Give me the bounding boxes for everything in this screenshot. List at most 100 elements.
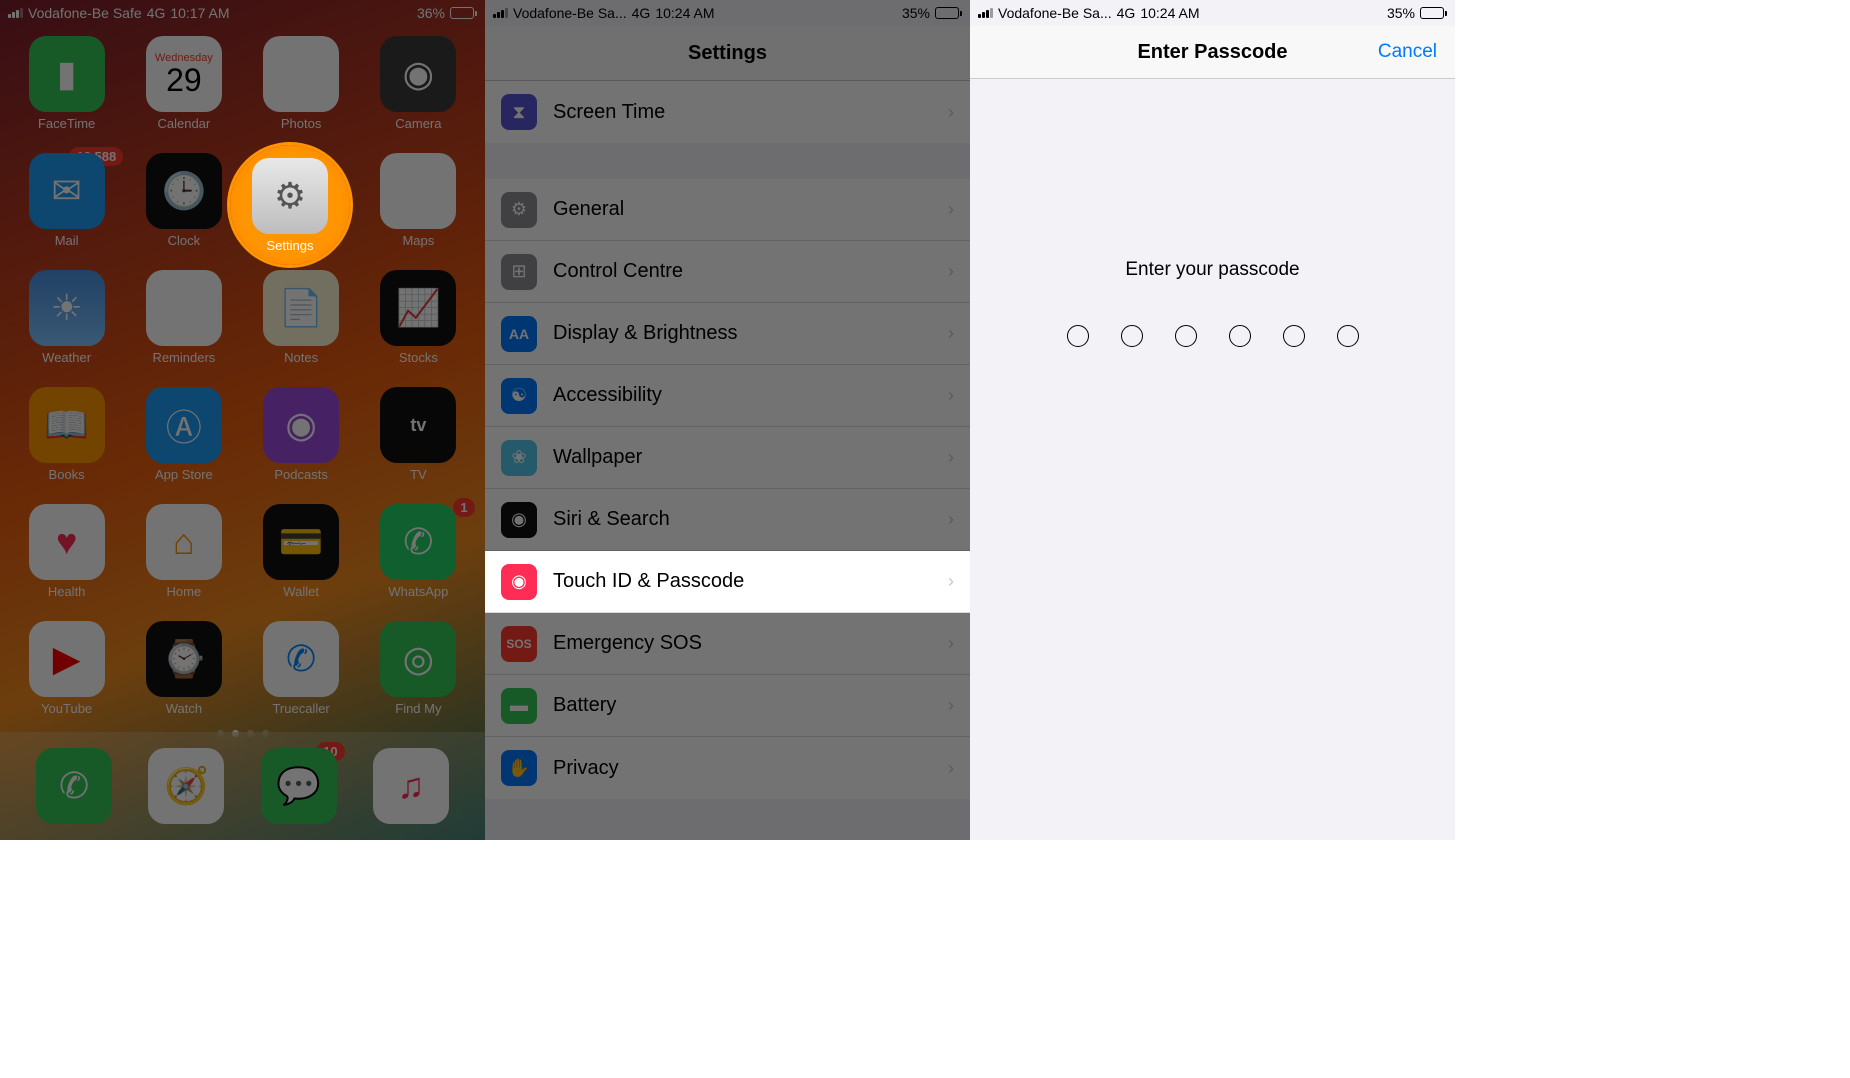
row-privacy[interactable]: ✋ Privacy › (485, 737, 970, 799)
passcode-dot (1337, 325, 1359, 347)
passcode-dot (1229, 325, 1251, 347)
passcode-dot (1175, 325, 1197, 347)
app-mail[interactable]: 18,588✉Mail (18, 153, 115, 248)
dock: ✆ 🧭 10💬 ♫ (0, 732, 485, 840)
app-youtube[interactable]: ▶YouTube (18, 621, 115, 716)
status-bar: Vodafone-Be Sa... 4G 10:24 AM 35% (970, 0, 1455, 26)
app-reminders[interactable]: ☰Reminders (135, 270, 232, 365)
status-bar: Vodafone-Be Safe 4G 10:17 AM 36% (0, 0, 485, 26)
app-maps[interactable]: ➤Maps (370, 153, 467, 248)
chevron-right-icon: › (948, 571, 954, 592)
app-findmy[interactable]: ◎Find My (370, 621, 467, 716)
app-tv[interactable]: tvTV (370, 387, 467, 482)
dock-phone-icon[interactable]: ✆ (36, 748, 112, 824)
chevron-right-icon: › (948, 695, 954, 716)
row-touch-id-passcode[interactable]: ◉ Touch ID & Passcode › (485, 551, 970, 613)
battery-row-icon: ▬ (501, 688, 537, 724)
app-wallet[interactable]: 💳Wallet (253, 504, 350, 599)
app-clock[interactable]: 🕒Clock (135, 153, 232, 248)
chevron-right-icon: › (948, 199, 954, 220)
network-label: 4G (632, 5, 651, 21)
passcode-dot (1067, 325, 1089, 347)
app-stocks[interactable]: 📈Stocks (370, 270, 467, 365)
hand-icon: ✋ (501, 750, 537, 786)
appstore-icon: Ⓐ (146, 387, 222, 463)
chevron-right-icon: › (948, 509, 954, 530)
whatsapp-icon: ✆ (380, 504, 456, 580)
sos-icon: SOS (501, 626, 537, 662)
chevron-right-icon: › (948, 633, 954, 654)
app-weather[interactable]: ☀Weather (18, 270, 115, 365)
app-camera[interactable]: ◉Camera (370, 36, 467, 131)
chevron-right-icon: › (948, 447, 954, 468)
network-label: 4G (147, 5, 166, 21)
health-icon: ♥ (29, 504, 105, 580)
settings-panel: Vodafone-Be Sa... 4G 10:24 AM 35% Settin… (485, 0, 970, 840)
row-screen-time[interactable]: ⧗ Screen Time › (485, 81, 970, 143)
dock-safari-icon[interactable]: 🧭 (148, 748, 224, 824)
app-home[interactable]: ⌂Home (135, 504, 232, 599)
app-appstore[interactable]: ⒶApp Store (135, 387, 232, 482)
app-whatsapp[interactable]: 1✆WhatsApp (370, 504, 467, 599)
clock-label: 10:17 AM (170, 5, 229, 21)
app-health[interactable]: ♥Health (18, 504, 115, 599)
chevron-right-icon: › (948, 758, 954, 779)
nav-bar: Enter Passcode Cancel (970, 26, 1455, 79)
camera-icon: ◉ (380, 36, 456, 112)
dock-music-icon[interactable]: ♫ (373, 748, 449, 824)
row-battery[interactable]: ▬ Battery › (485, 675, 970, 737)
row-wallpaper[interactable]: ❀ Wallpaper › (485, 427, 970, 489)
app-photos[interactable]: ✿Photos (253, 36, 350, 131)
row-accessibility[interactable]: ☯ Accessibility › (485, 365, 970, 427)
cancel-button[interactable]: Cancel (1378, 41, 1437, 63)
podcasts-icon: ◉ (263, 387, 339, 463)
hourglass-icon: ⧗ (501, 94, 537, 130)
app-truecaller[interactable]: ✆Truecaller (253, 621, 350, 716)
battery-pct-label: 36% (417, 5, 445, 21)
row-control-centre[interactable]: ⊞ Control Centre › (485, 241, 970, 303)
settings-label: Settings (267, 238, 314, 253)
dock-messages-icon: 💬 (261, 748, 337, 824)
chevron-right-icon: › (948, 323, 954, 344)
row-siri-search[interactable]: ◉ Siri & Search › (485, 489, 970, 551)
chevron-right-icon: › (948, 261, 954, 282)
row-display-brightness[interactable]: AA Display & Brightness › (485, 303, 970, 365)
siri-icon: ◉ (501, 502, 537, 538)
tutorial-highlight-settings[interactable]: ⚙ Settings (230, 145, 350, 265)
calendar-icon: Wednesday29 (146, 36, 222, 112)
carrier-label: Vodafone-Be Safe (28, 5, 142, 21)
fingerprint-icon: ◉ (501, 564, 537, 600)
passcode-dot (1121, 325, 1143, 347)
stocks-icon: 📈 (380, 270, 456, 346)
truecaller-icon: ✆ (263, 621, 339, 697)
flower-icon: ❀ (501, 440, 537, 476)
app-podcasts[interactable]: ◉Podcasts (253, 387, 350, 482)
app-books[interactable]: 📖Books (18, 387, 115, 482)
notes-icon: 📄 (263, 270, 339, 346)
app-notes[interactable]: 📄Notes (253, 270, 350, 365)
whatsapp-badge: 1 (453, 498, 475, 517)
row-emergency-sos[interactable]: SOS Emergency SOS › (485, 613, 970, 675)
battery-pct-label: 35% (1387, 5, 1415, 21)
youtube-icon: ▶ (29, 621, 105, 697)
watch-icon: ⌚ (146, 621, 222, 697)
chevron-right-icon: › (948, 385, 954, 406)
clock-label: 10:24 AM (1140, 5, 1199, 21)
weather-icon: ☀ (29, 270, 105, 346)
passcode-body: Enter your passcode (970, 79, 1455, 347)
home-screen-panel: Vodafone-Be Safe 4G 10:17 AM 36% ▮FaceTi… (0, 0, 485, 840)
battery-pct-label: 35% (902, 5, 930, 21)
clock-icon: 🕒 (146, 153, 222, 229)
row-general[interactable]: ⚙ General › (485, 179, 970, 241)
app-watch[interactable]: ⌚Watch (135, 621, 232, 716)
facetime-icon: ▮ (29, 36, 105, 112)
settings-list[interactable]: ⧗ Screen Time › ⚙ General › ⊞ Control Ce… (485, 81, 970, 835)
app-calendar[interactable]: Wednesday29Calendar (135, 36, 232, 131)
photos-icon: ✿ (263, 36, 339, 112)
dock-messages[interactable]: 10💬 (261, 748, 337, 824)
books-icon: 📖 (29, 387, 105, 463)
tv-icon: tv (380, 387, 456, 463)
passcode-input[interactable] (1067, 325, 1359, 347)
app-facetime[interactable]: ▮FaceTime (18, 36, 115, 131)
chevron-right-icon: › (948, 102, 954, 123)
